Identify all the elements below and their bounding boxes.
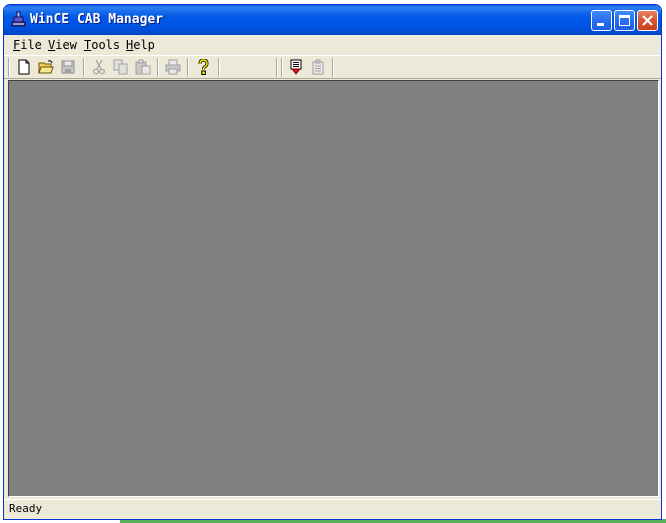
toolbar-grip[interactable]	[281, 58, 283, 77]
window-title: WinCE CAB Manager	[30, 12, 164, 27]
toolbar	[4, 55, 661, 79]
maximize-icon	[619, 15, 630, 26]
toolbar-separator	[83, 58, 85, 77]
toolbar-grip[interactable]	[8, 58, 10, 77]
properties-button[interactable]	[308, 58, 328, 76]
help-icon	[198, 59, 209, 75]
status-text: Ready	[9, 502, 43, 515]
app-icon[interactable]	[10, 11, 27, 28]
paste-icon	[135, 59, 151, 75]
workspace-area[interactable]	[8, 80, 659, 497]
minimize-button[interactable]	[591, 10, 612, 31]
menu-tools-label: ools	[91, 38, 121, 52]
title-bar[interactable]: WinCE CAB Manager	[4, 5, 661, 35]
toolbar-separator	[332, 58, 334, 77]
toolbar-separator	[157, 58, 159, 77]
paste-button[interactable]	[133, 58, 153, 76]
open-button[interactable]	[36, 58, 56, 76]
menu-view[interactable]: View	[47, 38, 78, 52]
minimize-icon	[597, 23, 604, 26]
new-file-icon	[18, 59, 30, 75]
toolbar-separator	[218, 58, 220, 77]
print-icon	[165, 59, 181, 75]
install-cab-icon	[290, 59, 302, 75]
save-button[interactable]	[58, 58, 78, 76]
menu-file-label: ile	[20, 38, 42, 52]
menu-view-label: iew	[55, 38, 77, 52]
print-button[interactable]	[163, 58, 183, 76]
menu-tools[interactable]: Tools	[83, 38, 121, 52]
menu-bar: File View Tools Help	[4, 35, 661, 55]
menu-help[interactable]: Help	[125, 38, 156, 52]
status-bar: Ready	[4, 499, 661, 517]
close-button[interactable]	[637, 10, 658, 31]
toolbar-separator	[276, 58, 278, 77]
toolbar-separator	[187, 58, 189, 77]
properties-icon	[312, 59, 324, 75]
app-window: WinCE CAB Manager File View Tools Help R…	[3, 4, 662, 520]
cut-button[interactable]	[89, 58, 109, 76]
close-icon	[642, 15, 653, 26]
save-icon	[61, 60, 75, 74]
copy-button[interactable]	[111, 58, 131, 76]
new-button[interactable]	[14, 58, 34, 76]
help-button[interactable]	[193, 58, 213, 76]
copy-icon	[113, 59, 128, 75]
menu-file[interactable]: File	[12, 38, 43, 52]
install-cab-button[interactable]	[286, 58, 306, 76]
cut-icon	[93, 59, 105, 75]
maximize-button[interactable]	[614, 10, 635, 31]
menu-help-label: elp	[133, 38, 155, 52]
open-folder-icon	[38, 60, 54, 74]
